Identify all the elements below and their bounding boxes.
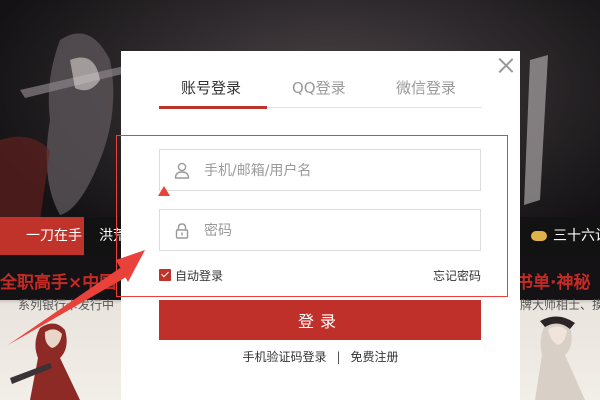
- tab-qq-login[interactable]: QQ登录: [292, 77, 346, 98]
- user-icon: [174, 162, 190, 179]
- lock-icon: [175, 223, 189, 239]
- bg-tab-active[interactable]: 一刀在手: [0, 217, 84, 255]
- promo-left-figure: [10, 323, 80, 400]
- tab-account-login[interactable]: 账号登录: [181, 77, 241, 98]
- login-options: 自动登录 忘记密码: [159, 267, 481, 285]
- bg-tab-3[interactable]: 三十六计: [531, 217, 600, 255]
- login-tabs: 账号登录 QQ登录 微信登录: [159, 73, 482, 109]
- promo-left-subtitle: 系列银行卡发行中: [18, 298, 115, 312]
- bg-tab-3-label: 三十六计: [553, 228, 600, 244]
- promo-right-subtitle: 牌大师相士、摸金: [520, 298, 600, 312]
- password-field[interactable]: [159, 209, 481, 252]
- promo-right-figure: [535, 316, 585, 400]
- password-input[interactable]: [202, 210, 476, 252]
- alternate-links: 手机验证码登录 | 免费注册: [121, 348, 520, 365]
- register-link[interactable]: 免费注册: [351, 350, 399, 364]
- close-icon[interactable]: [498, 57, 514, 73]
- login-modal: 账号登录 QQ登录 微信登录 自动登录 忘记密码 登录 手机验证码登录 | 免费注册: [121, 51, 520, 400]
- link-separator: |: [336, 350, 341, 364]
- active-tab-indicator: [159, 106, 267, 109]
- username-input[interactable]: [202, 150, 476, 192]
- username-field[interactable]: [159, 149, 481, 192]
- auto-login-label[interactable]: 自动登录: [175, 267, 223, 284]
- auto-login-checkbox[interactable]: [159, 269, 171, 281]
- promo-left-title[interactable]: 全职高手×中国: [0, 268, 116, 293]
- promo-right-title[interactable]: 书单·神秘: [516, 268, 590, 293]
- gamepad-icon: [531, 231, 547, 241]
- sms-login-link[interactable]: 手机验证码登录: [242, 350, 326, 364]
- login-button[interactable]: 登录: [159, 300, 481, 340]
- forgot-password-link[interactable]: 忘记密码: [433, 267, 481, 284]
- tab-wechat-login[interactable]: 微信登录: [396, 77, 456, 98]
